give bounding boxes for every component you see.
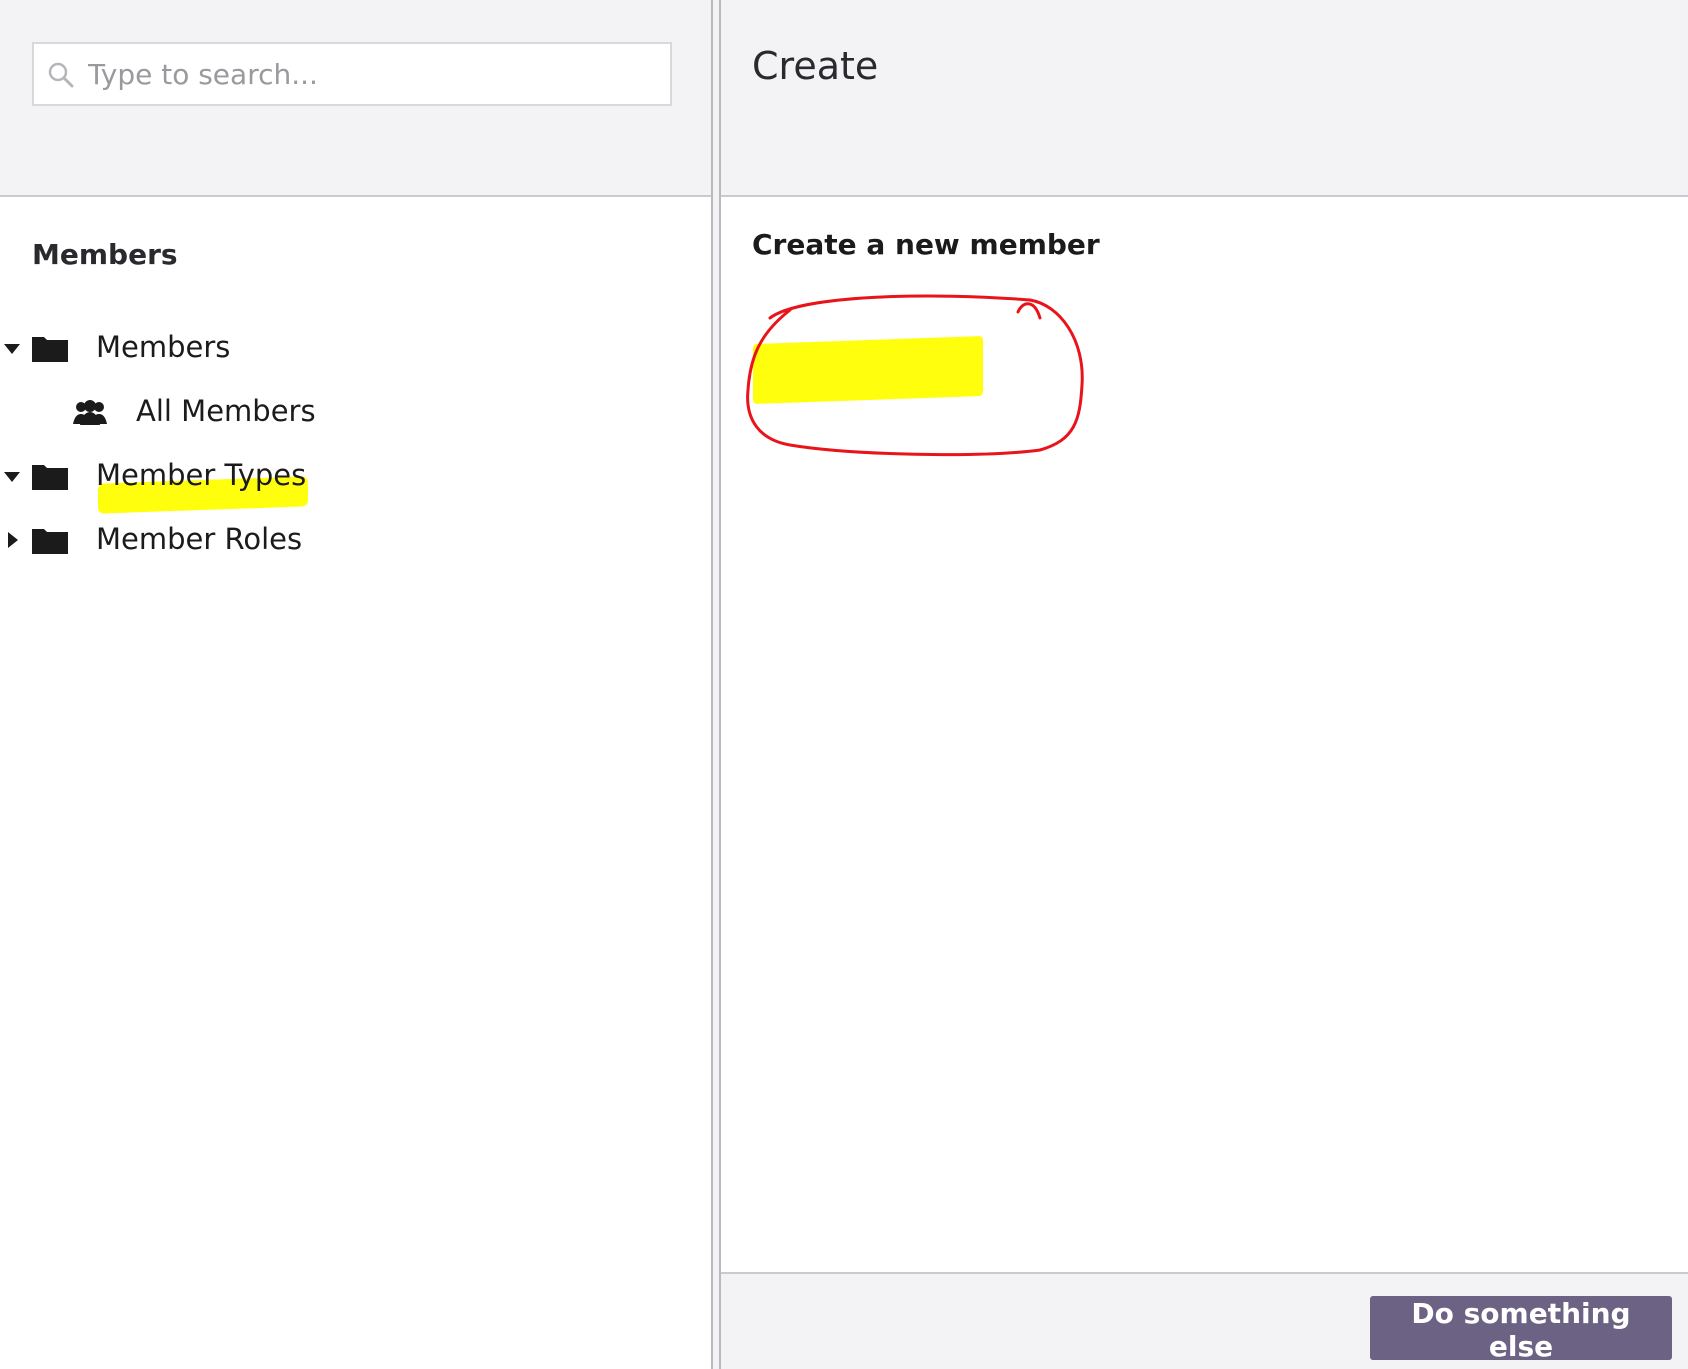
tree-panel-header [0,0,711,197]
folder-icon [32,465,68,490]
tree-item-members[interactable]: Members [0,320,500,376]
tree-item-label: Member Roles [96,522,303,556]
tree-item-member-types[interactable]: Member Types [0,448,500,514]
tree-panel: Members Members All Members Member Types [0,0,711,1369]
create-subtitle: Create a new member [752,228,1100,261]
caret-right-icon[interactable] [8,532,18,548]
panel-splitter[interactable] [711,0,721,1369]
tree-item-label: All Members [136,394,316,428]
tree-item-all-members[interactable]: All Members [0,384,500,440]
search-icon [48,62,74,88]
do-something-else-button[interactable]: Do something else [1370,1296,1672,1363]
tree-item-label: Members [96,330,231,364]
editor-panel: Create Create a new member Do something … [721,0,1688,1369]
editor-header: Create [721,0,1688,197]
tree-item-label: Member Types [96,458,307,492]
redacted-create-option[interactable] [753,335,983,405]
folder-icon [32,529,68,554]
folder-icon [32,337,68,362]
tree-item-member-roles[interactable]: Member Roles [0,512,500,568]
editor-footer: Do something else [721,1272,1688,1369]
search-box[interactable] [32,42,672,106]
caret-down-icon[interactable] [4,344,20,354]
section-title: Members [32,238,178,271]
page-title: Create [752,44,879,88]
members-group-icon [73,400,107,425]
search-input[interactable] [84,44,664,104]
caret-down-icon[interactable] [4,472,20,482]
